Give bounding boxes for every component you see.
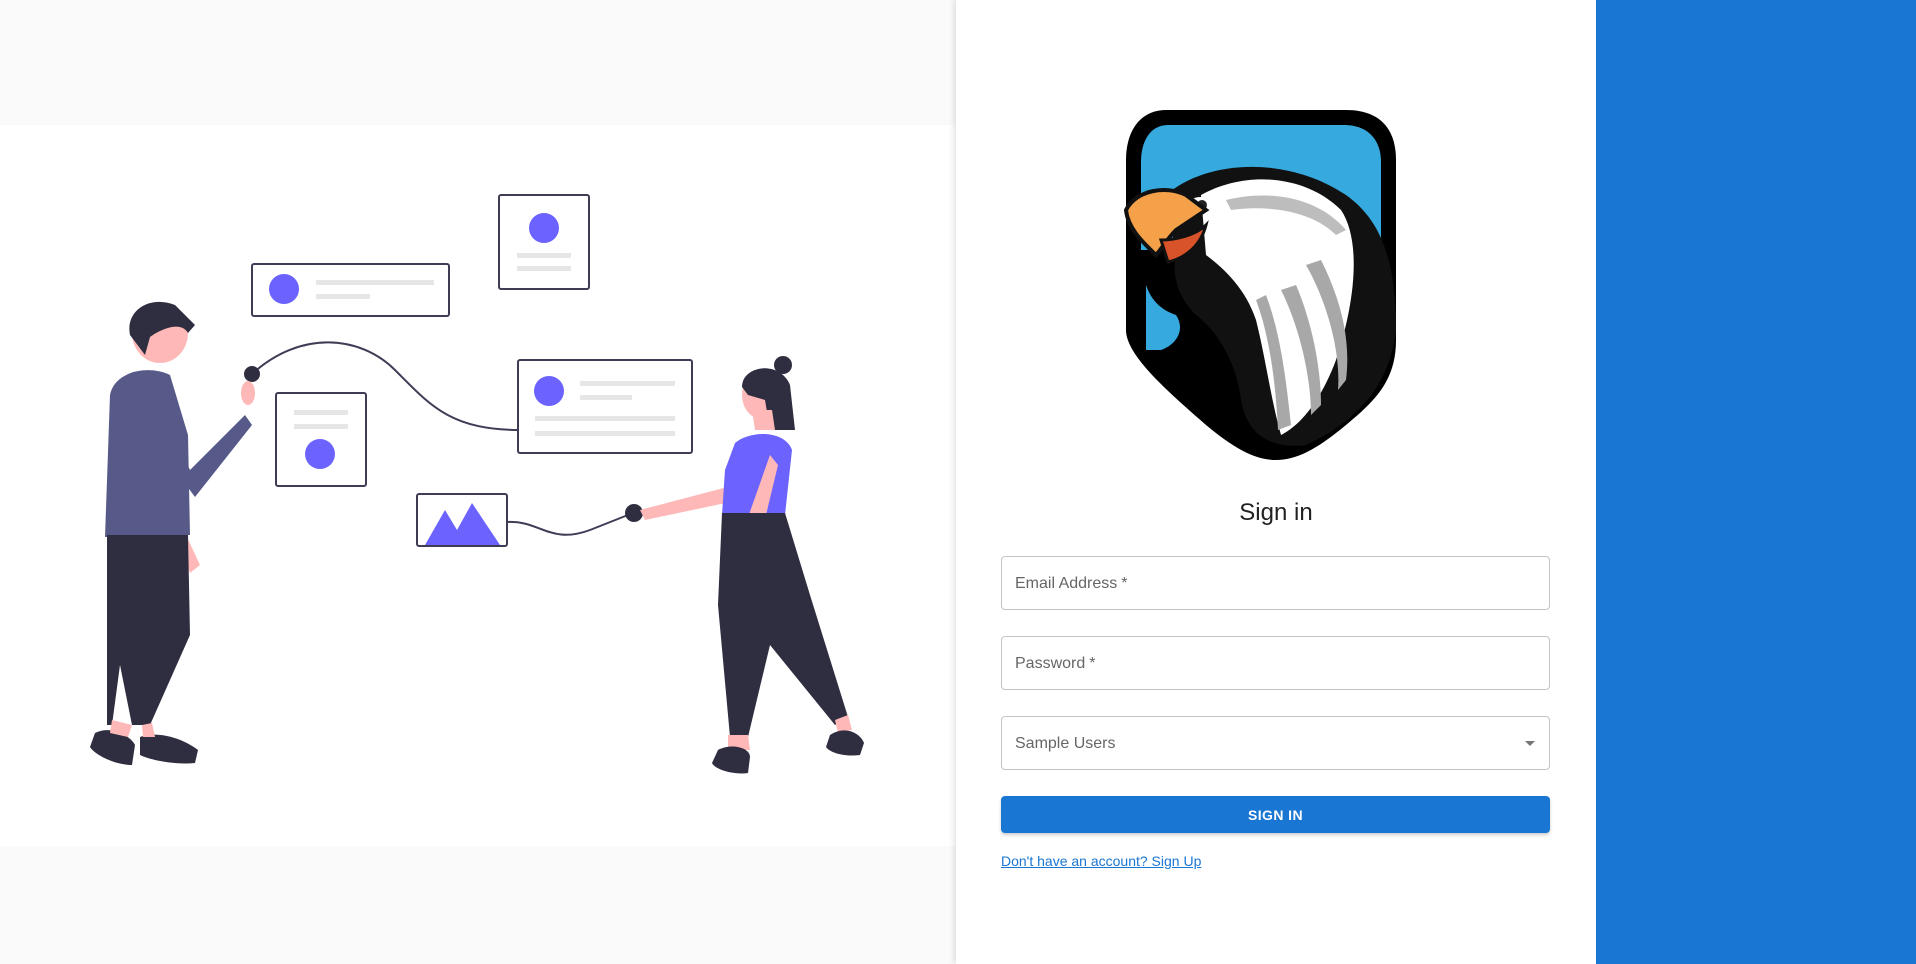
sample-users-label: Sample Users <box>1015 735 1116 752</box>
brand-color-panel <box>1596 0 1916 964</box>
password-label: Password * <box>1015 655 1096 672</box>
signin-title: Sign in <box>1239 499 1313 526</box>
sample-users-select[interactable]: Sample Users <box>1001 716 1550 770</box>
signin-panel: Sign in Email Address * Password * Sample … <box>956 0 1596 964</box>
email-field[interactable]: Email Address * <box>1001 556 1550 610</box>
illustration-band <box>0 125 956 846</box>
caret-down-icon <box>1525 741 1535 746</box>
collaboration-illustration <box>90 194 864 774</box>
email-label: Email Address * <box>1015 575 1128 592</box>
password-field[interactable]: Password * <box>1001 636 1550 690</box>
eagle-shield-logo-icon <box>1106 100 1446 465</box>
signup-link[interactable]: Don't have an account? Sign Up <box>1001 853 1201 869</box>
illustration-panel <box>0 0 956 964</box>
signin-button[interactable]: SIGN IN <box>1001 796 1550 833</box>
